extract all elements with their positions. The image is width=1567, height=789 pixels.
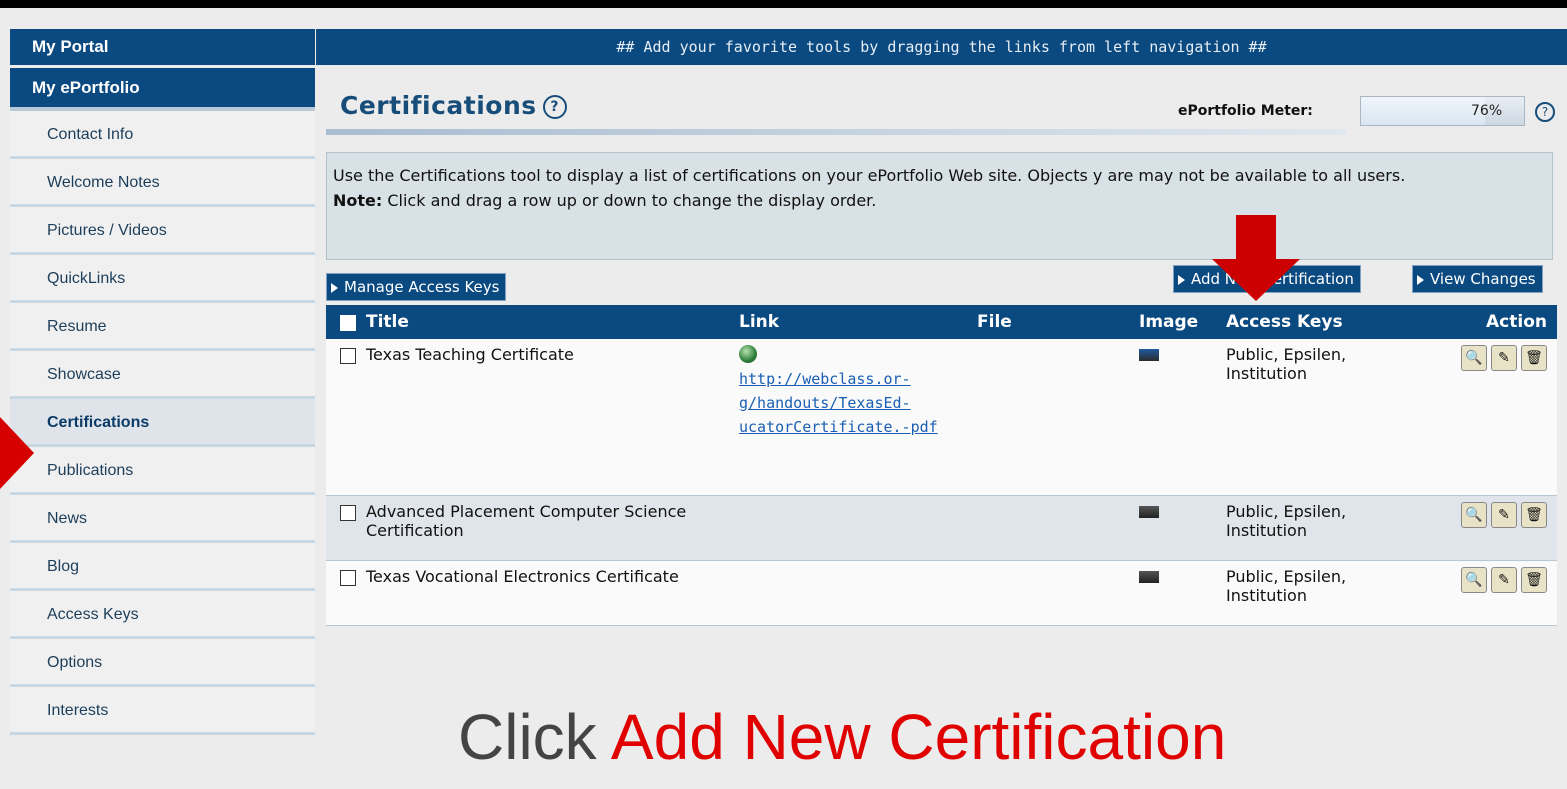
info-panel: Use the Certifications tool to display a…	[326, 152, 1553, 260]
row-link-cell	[733, 560, 971, 626]
caption-plain: Click	[458, 701, 611, 773]
row-link[interactable]: http://webclass.or-g/handouts/TexasEd-uc…	[739, 370, 938, 436]
table-header-row: Title Link File Image Access Keys Action	[326, 305, 1557, 339]
row-actions: 🔍 ✎ 🗑	[1422, 339, 1557, 496]
manage-access-keys-label: Manage Access Keys	[344, 278, 500, 296]
row-title-cell: Advanced Placement Computer Science Cert…	[326, 495, 733, 561]
header-image: Image	[1133, 305, 1220, 339]
image-thumbnail-icon[interactable]	[1139, 349, 1159, 361]
meter-help-icon[interactable]: ?	[1535, 102, 1555, 122]
row-access-keys: Public, Epsilen, Institution	[1220, 495, 1422, 561]
row-file-cell	[971, 495, 1133, 561]
sidebar-item-pictures-videos[interactable]: Pictures / Videos	[10, 207, 315, 255]
manage-access-keys-button[interactable]: Manage Access Keys	[326, 273, 507, 301]
instruction-caption: Click Add New Certification	[458, 700, 1226, 774]
play-icon	[331, 282, 338, 293]
sidebar-item-news[interactable]: News	[10, 495, 315, 543]
sidebar: My Portal My ePortfolio Contact Info Wel…	[10, 29, 315, 789]
header-link: Link	[733, 305, 971, 339]
title-underline	[326, 129, 1346, 135]
row-image-cell	[1133, 560, 1220, 626]
top-black-bar	[0, 0, 1567, 8]
sidebar-item-showcase[interactable]: Showcase	[10, 351, 315, 399]
view-changes-button[interactable]: View Changes	[1412, 265, 1543, 293]
eportfolio-meter: 76%	[1360, 96, 1525, 126]
play-icon	[1417, 274, 1424, 285]
row-actions: 🔍 ✎ 🗑	[1422, 495, 1557, 561]
favorites-banner: ## Add your favorite tools by dragging t…	[316, 29, 1567, 65]
row-title: Texas Teaching Certificate	[366, 345, 574, 364]
sidebar-item-certifications[interactable]: Certifications	[10, 399, 315, 447]
sidebar-item-access-keys[interactable]: Access Keys	[10, 591, 315, 639]
sidebar-item-quicklinks[interactable]: QuickLinks	[10, 255, 315, 303]
sidebar-item-welcome-notes[interactable]: Welcome Notes	[10, 159, 315, 207]
row-link-cell	[733, 495, 971, 561]
row-title: Texas Vocational Electronics Certificate	[366, 567, 679, 586]
delete-trash-icon[interactable]: 🗑	[1521, 502, 1547, 528]
edit-pencil-icon[interactable]: ✎	[1491, 567, 1517, 593]
row-file-cell	[971, 560, 1133, 626]
pointer-arrow-head	[1212, 259, 1300, 301]
delete-trash-icon[interactable]: 🗑	[1521, 345, 1547, 371]
edit-pencil-icon[interactable]: ✎	[1491, 502, 1517, 528]
sidebar-item-blog[interactable]: Blog	[10, 543, 315, 591]
meter-label: ePortfolio Meter:	[1178, 103, 1313, 119]
row-actions: 🔍 ✎ 🗑	[1422, 560, 1557, 626]
header-action: Action	[1422, 305, 1557, 339]
sidebar-item-contact-info[interactable]: Contact Info	[10, 111, 315, 159]
delete-trash-icon[interactable]: 🗑	[1521, 567, 1547, 593]
sidebar-item-interests[interactable]: Interests	[10, 687, 315, 735]
help-icon[interactable]: ?	[542, 95, 567, 119]
sidebar-item-options[interactable]: Options	[10, 639, 315, 687]
header-file: File	[971, 305, 1133, 339]
header-access-keys: Access Keys	[1220, 305, 1422, 339]
info-note: Note: Click and drag a row up or down to…	[333, 188, 1546, 213]
row-checkbox[interactable]	[340, 348, 356, 364]
row-checkbox[interactable]	[340, 570, 356, 586]
row-image-cell	[1133, 495, 1220, 561]
page-title: Certifications?	[340, 91, 567, 120]
table-row[interactable]: Advanced Placement Computer Science Cert…	[326, 495, 1557, 561]
row-file-cell	[971, 339, 1133, 496]
info-text: Use the Certifications tool to display a…	[333, 166, 1406, 185]
table-row[interactable]: Texas Teaching Certificate http://webcla…	[326, 339, 1557, 496]
row-checkbox[interactable]	[340, 505, 356, 521]
certifications-table: Title Link File Image Access Keys Action…	[326, 305, 1557, 626]
sidebar-my-eportfolio[interactable]: My ePortfolio	[10, 68, 315, 111]
table-row[interactable]: Texas Vocational Electronics Certificate…	[326, 560, 1557, 626]
edit-pencil-icon[interactable]: ✎	[1491, 345, 1517, 371]
image-thumbnail-icon[interactable]	[1139, 506, 1159, 518]
row-title-cell: Texas Vocational Electronics Certificate	[326, 560, 733, 626]
view-changes-label: View Changes	[1430, 270, 1536, 288]
pointer-arrow-shaft	[1236, 215, 1276, 259]
view-magnifier-icon[interactable]: 🔍	[1461, 502, 1487, 528]
sidebar-pointer-arrow	[0, 417, 34, 489]
select-all-checkbox[interactable]	[340, 315, 356, 331]
main-content: ## Add your favorite tools by dragging t…	[316, 29, 1567, 779]
sidebar-item-resume[interactable]: Resume	[10, 303, 315, 351]
row-title-cell: Texas Teaching Certificate	[326, 339, 733, 496]
meter-value: 76%	[1471, 103, 1503, 119]
play-icon	[1178, 274, 1185, 285]
caption-highlight: Add New Certification	[610, 701, 1227, 773]
globe-icon	[739, 345, 757, 363]
page-title-text: Certifications	[340, 91, 537, 120]
view-magnifier-icon[interactable]: 🔍	[1461, 567, 1487, 593]
image-thumbnail-icon[interactable]	[1139, 571, 1159, 583]
header-title-label: Title	[366, 312, 409, 332]
header-title: Title	[326, 305, 733, 339]
row-link-cell: http://webclass.or-g/handouts/TexasEd-uc…	[733, 339, 971, 496]
row-access-keys: Public, Epsilen, Institution	[1220, 339, 1422, 496]
note-label: Note:	[333, 191, 383, 210]
meter-fill	[1361, 97, 1485, 125]
row-image-cell	[1133, 339, 1220, 496]
note-text: Click and drag a row up or down to chang…	[382, 191, 877, 210]
view-magnifier-icon[interactable]: 🔍	[1461, 345, 1487, 371]
row-title: Advanced Placement Computer Science Cert…	[366, 502, 687, 540]
sidebar-my-portal[interactable]: My Portal	[10, 29, 315, 65]
row-access-keys: Public, Epsilen, Institution	[1220, 560, 1422, 626]
sidebar-item-publications[interactable]: Publications	[10, 447, 315, 495]
